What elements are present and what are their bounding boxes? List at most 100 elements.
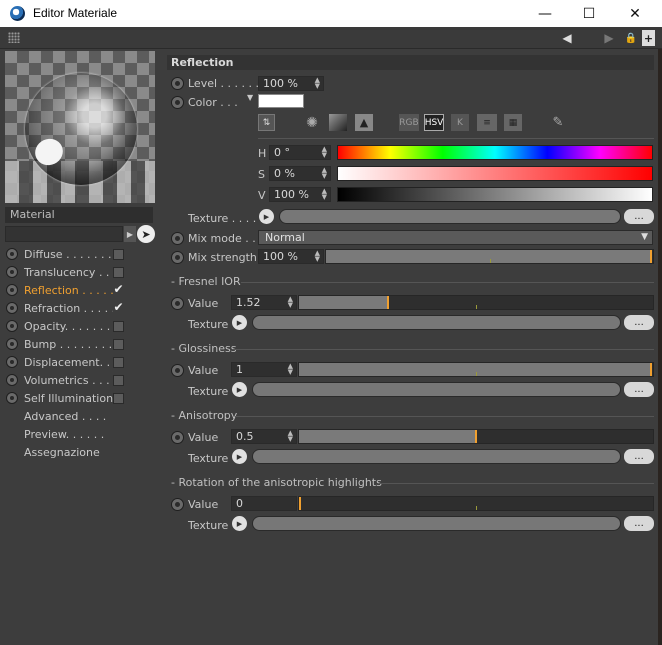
glossiness-texture-more-button[interactable]: ... <box>624 382 654 397</box>
extra-label[interactable]: Advanced . . . . <box>6 410 156 423</box>
texture-play-icon[interactable]: ▶ <box>232 382 247 397</box>
slider-knob[interactable] <box>387 296 389 309</box>
channel-checkbox[interactable] <box>113 374 124 386</box>
cursor-picker-icon[interactable]: ➤ <box>137 225 155 243</box>
channel-checkbox[interactable] <box>113 320 124 332</box>
color-wheel-icon[interactable]: ✺ <box>303 114 321 131</box>
anisotropy-texture-bar[interactable] <box>252 449 621 464</box>
channel-radio-icon[interactable] <box>6 302 18 314</box>
rotation-texture-more-button[interactable]: ... <box>624 516 654 531</box>
material-preview[interactable] <box>5 51 155 203</box>
mix-strength-slider[interactable] <box>325 249 654 264</box>
slider-knob[interactable] <box>475 430 477 443</box>
channel-item[interactable]: Self Illumination <box>6 389 156 407</box>
spinner-arrows-icon[interactable]: ▲ ▼ <box>315 250 320 263</box>
slider-knob[interactable] <box>299 497 301 510</box>
extra-item[interactable]: Assegnazione <box>6 443 156 461</box>
color-spectrum-icon[interactable]: ⇅ <box>258 114 275 131</box>
channel-item[interactable]: Reflection . . . . . . ✔ <box>6 281 156 299</box>
channel-checkbox[interactable] <box>113 266 124 278</box>
spinner-arrows-icon[interactable]: ▲ ▼ <box>322 146 327 159</box>
lock-icon[interactable]: 🔒 <box>624 30 638 46</box>
color-animate-button[interactable] <box>171 96 184 109</box>
color-expand-icon[interactable]: ▼ <box>247 93 253 102</box>
checkmark-icon[interactable]: ✔ <box>113 301 124 314</box>
spinner-arrows-icon[interactable]: ▲ ▼ <box>322 188 327 201</box>
fresnel-texture-bar[interactable] <box>252 315 621 330</box>
channel-label[interactable]: Refraction . . . . . . <box>24 302 113 315</box>
brightness-field[interactable]: 100 % ▲ ▼ <box>269 187 331 202</box>
channel-label[interactable]: Bump . . . . . . . . . . <box>24 338 113 351</box>
brightness-slider[interactable] <box>337 187 653 202</box>
channel-radio-icon[interactable] <box>6 356 18 368</box>
slider-knob[interactable] <box>650 363 652 376</box>
channel-radio-icon[interactable] <box>6 284 18 296</box>
channel-radio-icon[interactable] <box>6 338 18 350</box>
channel-label[interactable]: Displacement. . . . <box>24 356 113 369</box>
checkmark-icon[interactable]: ✔ <box>113 283 124 296</box>
material-name-field[interactable] <box>5 226 123 242</box>
glossiness-field[interactable]: 1 ▲ ▼ <box>231 362 297 377</box>
channel-item[interactable]: Volumetrics . . . . . <box>6 371 156 389</box>
channel-radio-icon[interactable] <box>6 374 18 386</box>
texture-play-icon[interactable]: ▶ <box>259 209 274 224</box>
channel-radio-icon[interactable] <box>6 266 18 278</box>
anisotropy-texture-more-button[interactable]: ... <box>624 449 654 464</box>
channel-radio-icon[interactable] <box>6 248 18 260</box>
channel-radio-icon[interactable] <box>6 320 18 332</box>
channel-radio-icon[interactable] <box>6 392 18 404</box>
hue-field[interactable]: 0 ° ▲ ▼ <box>269 145 331 160</box>
eyedropper-icon[interactable]: ✎ <box>549 114 567 131</box>
channel-label[interactable]: Reflection . . . . . . <box>24 284 113 297</box>
mixer-sliders-icon[interactable]: ≡ <box>477 114 497 131</box>
channel-item[interactable]: Refraction . . . . . . ✔ <box>6 299 156 317</box>
channel-label[interactable]: Opacity. . . . . . . . . <box>24 320 113 333</box>
texture-play-icon[interactable]: ▶ <box>232 449 247 464</box>
rotation-slider[interactable] <box>298 496 654 511</box>
channel-checkbox[interactable] <box>113 356 124 368</box>
channel-checkbox[interactable] <box>113 392 124 404</box>
reflection-texture-bar[interactable] <box>279 209 621 224</box>
channel-checkbox[interactable] <box>113 338 124 350</box>
anisotropy-slider[interactable] <box>298 429 654 444</box>
channel-item[interactable]: Translucency . . . . <box>6 263 156 281</box>
fresnel-field[interactable]: 1.52 ▲ ▼ <box>231 295 297 310</box>
back-arrow-icon[interactable]: ◀ <box>556 30 578 46</box>
channel-label[interactable]: Volumetrics . . . . . <box>24 374 113 387</box>
kelvin-mode-button[interactable]: K <box>451 114 469 131</box>
rgb-mode-button[interactable]: RGB <box>399 114 419 131</box>
channel-item[interactable]: Diffuse . . . . . . . . <box>6 245 156 263</box>
play-arrow-icon[interactable]: ▶ <box>124 226 136 242</box>
channel-item[interactable]: Bump . . . . . . . . . . <box>6 335 156 353</box>
channel-label[interactable]: Translucency . . . . <box>24 266 113 279</box>
mix-strength-field[interactable]: 100 % ▲ ▼ <box>258 249 324 264</box>
saturation-field[interactable]: 0 % ▲ ▼ <box>269 166 331 181</box>
mix-strength-animate-button[interactable] <box>171 251 184 264</box>
extra-item[interactable]: Advanced . . . . <box>6 407 156 425</box>
level-field[interactable]: 100 % ▲ ▼ <box>258 76 324 91</box>
glossiness-slider[interactable] <box>298 362 654 377</box>
anisotropy-field[interactable]: 0.5 ▲ ▼ <box>231 429 297 444</box>
hue-slider[interactable] <box>337 145 653 160</box>
channel-label[interactable]: Diffuse . . . . . . . . <box>24 248 113 261</box>
minimize-button[interactable]: — <box>522 0 568 27</box>
extra-label[interactable]: Assegnazione <box>6 446 156 459</box>
spinner-arrows-icon[interactable]: ▲ ▼ <box>288 430 293 443</box>
mix-mode-dropdown[interactable]: Normal ▼ <box>258 230 653 245</box>
hsv-mode-button[interactable]: HSV <box>424 114 444 131</box>
swatches-icon[interactable]: ▦ <box>504 114 522 131</box>
rotation-texture-bar[interactable] <box>252 516 621 531</box>
color-swatch[interactable] <box>258 94 304 108</box>
channel-item[interactable]: Opacity. . . . . . . . . <box>6 317 156 335</box>
slider-knob[interactable] <box>650 250 652 263</box>
close-button[interactable]: ✕ <box>612 0 658 27</box>
spinner-arrows-icon[interactable]: ▲ ▼ <box>288 363 293 376</box>
rotation-field[interactable]: 0 <box>231 496 297 511</box>
texture-play-icon[interactable]: ▶ <box>232 315 247 330</box>
channel-checkbox[interactable] <box>113 248 124 260</box>
channel-item[interactable]: Displacement. . . . <box>6 353 156 371</box>
image-picker-icon[interactable]: ▲ <box>355 114 373 131</box>
spinner-arrows-icon[interactable]: ▲ ▼ <box>288 296 293 309</box>
fresnel-slider[interactable] <box>298 295 654 310</box>
rotation-animate-button[interactable] <box>171 498 184 511</box>
